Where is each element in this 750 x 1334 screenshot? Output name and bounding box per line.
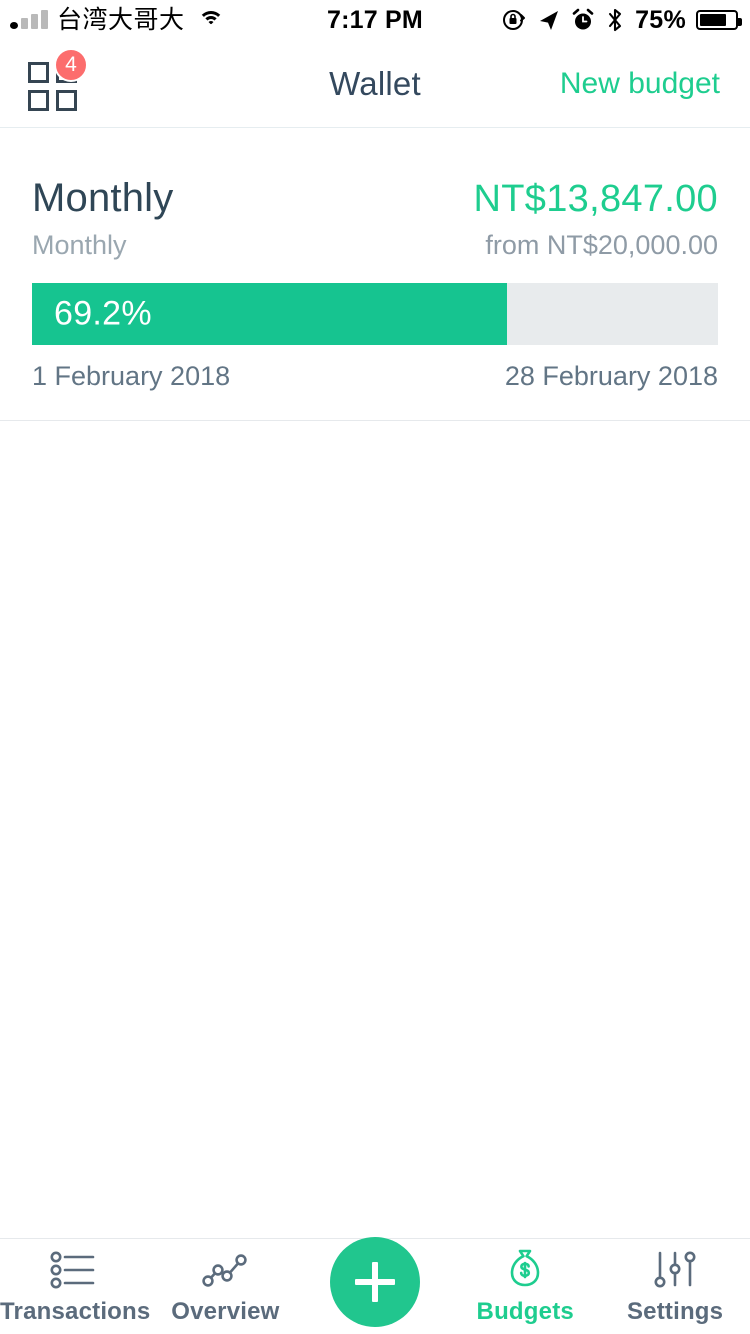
tab-label: Transactions <box>0 1298 151 1325</box>
budget-progress-bar: 69.2% <box>32 283 718 345</box>
sliders-icon <box>651 1248 699 1292</box>
budget-progress-label: 69.2% <box>54 294 152 333</box>
budget-period: Monthly <box>32 230 127 260</box>
status-bar-clock: 7:17 PM <box>327 5 423 34</box>
status-bar: 台湾大哥大 7:17 PM 75% <box>0 0 750 40</box>
tab-label: Overview <box>171 1298 280 1325</box>
budget-card[interactable]: Monthly NT$13,847.00 Monthly from NT$20,… <box>0 128 750 421</box>
battery-icon <box>696 10 742 30</box>
line-chart-icon <box>199 1248 251 1292</box>
plus-icon <box>355 1262 396 1302</box>
tab-overview[interactable]: Overview <box>150 1239 300 1334</box>
tab-budgets[interactable]: Budgets <box>450 1239 600 1334</box>
budget-card-top-row: Monthly NT$13,847.00 <box>32 176 718 221</box>
tab-transactions[interactable]: Transactions <box>0 1239 150 1334</box>
app-header: 4 Wallet New budget <box>0 40 750 128</box>
list-icon <box>49 1248 101 1292</box>
budget-total-amount: from NT$20,000.00 <box>485 230 718 260</box>
budget-card-sub-row: Monthly from NT$20,000.00 <box>32 230 718 261</box>
tab-add-slot <box>300 1237 450 1334</box>
tab-label: Settings <box>626 1298 724 1325</box>
app-screen: 台湾大哥大 7:17 PM 75% 4 Wallet New budget Mo… <box>0 0 750 1334</box>
budget-name: Monthly <box>32 176 174 220</box>
add-transaction-button[interactable] <box>330 1237 421 1327</box>
budget-card-date-row: 1 February 2018 28 February 2018 <box>32 361 718 392</box>
page-title: Wallet <box>329 64 421 102</box>
bottom-tab-bar: Transactions Overview Budgets Settings <box>0 1237 750 1334</box>
money-bag-icon <box>502 1248 548 1292</box>
budget-start-date: 1 February 2018 <box>32 361 231 391</box>
budget-end-date: 28 February 2018 <box>504 361 718 391</box>
tab-label: Budgets <box>476 1298 574 1325</box>
budget-spent-amount: NT$13,847.00 <box>473 178 718 220</box>
tab-settings[interactable]: Settings <box>600 1239 750 1334</box>
